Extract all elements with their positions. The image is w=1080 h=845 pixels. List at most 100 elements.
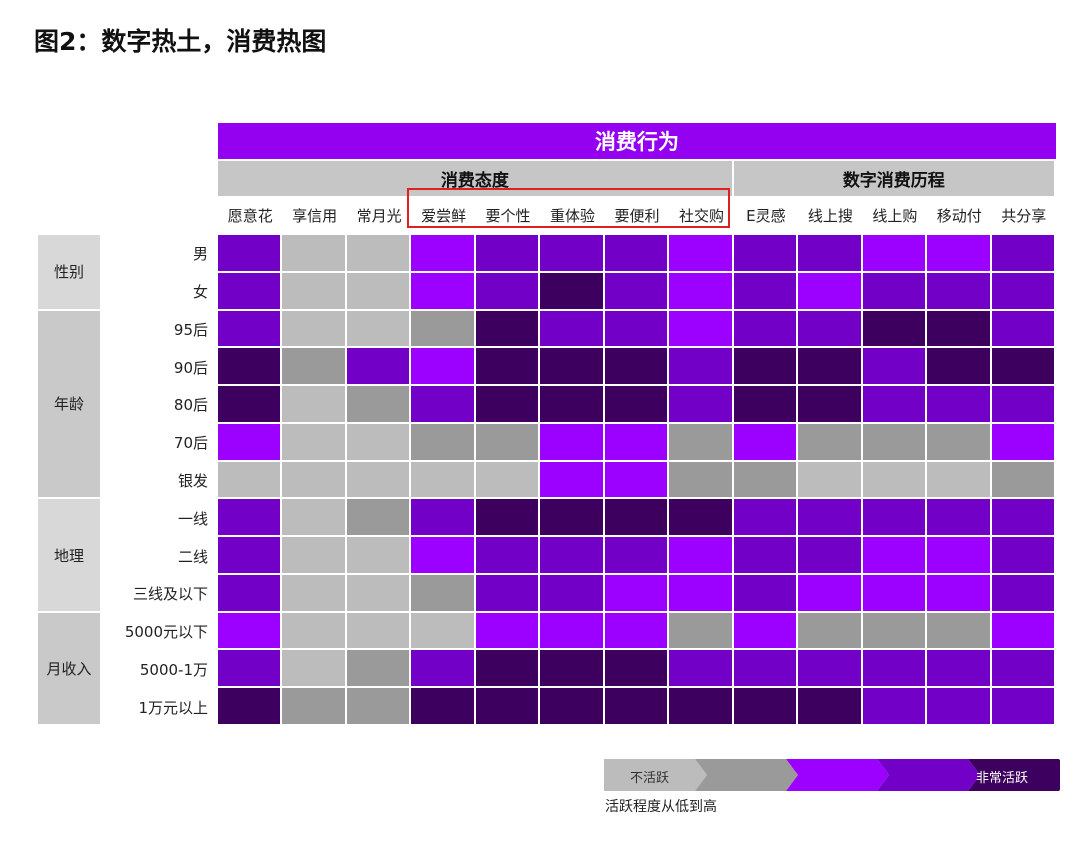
- heatmap-cell: [346, 272, 410, 309]
- heatmap-cell: [218, 272, 281, 309]
- heatmap-cell: [411, 386, 474, 422]
- heatmap-cell: [927, 537, 990, 573]
- legend-caption: 活跃程度从低到高: [605, 799, 717, 815]
- heatmap-cell: [862, 423, 926, 460]
- heatmap-cell: [669, 386, 732, 422]
- heatmap-cell: [346, 612, 410, 649]
- heatmap-cell: [604, 386, 668, 422]
- heatmap-cell: [540, 272, 603, 309]
- column-label: E灵感: [746, 207, 786, 225]
- heatmap-cell: [218, 310, 281, 347]
- heatmap-cell: [475, 688, 539, 724]
- row-label: 80后: [173, 396, 208, 415]
- heatmap-cell: [604, 348, 668, 385]
- heatmap-cell: [733, 423, 797, 460]
- heatmap-cell: [927, 423, 990, 460]
- heatmap-cell: [540, 235, 603, 271]
- heatmap-cell: [346, 461, 410, 498]
- heatmap-cell: [991, 235, 1054, 271]
- heatmap-cell: [798, 650, 861, 687]
- heatmap-cell: [927, 688, 990, 724]
- heatmap-cell: [798, 423, 861, 460]
- heatmap-cell: [411, 348, 474, 385]
- heatmap-cell: [218, 423, 281, 460]
- heatmap-cell: [218, 650, 281, 687]
- row-label: 女: [192, 283, 208, 302]
- heatmap-cell: [733, 235, 797, 271]
- legend-level-segment: [786, 759, 889, 791]
- heatmap-cell: [218, 537, 281, 573]
- heatmap-cell: [282, 537, 345, 573]
- row-label: 5000-1万: [139, 660, 208, 679]
- heatmap-cell: [991, 423, 1054, 460]
- heatmap-cell: [282, 461, 345, 498]
- heatmap-cell: [218, 574, 281, 611]
- heatmap-cell: [218, 235, 281, 271]
- heatmap-cell: [862, 461, 926, 498]
- heatmap-cell: [991, 386, 1054, 422]
- heatmap-cell: [604, 499, 668, 536]
- heatmap-cell: [862, 235, 926, 271]
- heatmap-cell: [604, 461, 668, 498]
- heatmap-cell: [346, 235, 410, 271]
- heatmap-cell: [798, 310, 861, 347]
- heatmap-cell: [604, 537, 668, 573]
- row-label: 男: [192, 245, 208, 264]
- heatmap-cell: [282, 574, 345, 611]
- heatmap-cell: [346, 499, 410, 536]
- heatmap-cell: [991, 574, 1054, 611]
- heatmap-cell: [733, 386, 797, 422]
- heatmap-cell: [733, 348, 797, 385]
- heatmap-cell: [540, 537, 603, 573]
- heatmap-cell: [218, 348, 281, 385]
- heatmap-cell: [411, 423, 474, 460]
- heatmap-cell: [411, 310, 474, 347]
- heatmap-cell: [927, 272, 990, 309]
- heatmap-cell: [991, 461, 1054, 498]
- row-label: 1万元以上: [138, 698, 208, 717]
- heatmap-cell: [218, 461, 281, 498]
- heatmap-cell: [475, 272, 539, 309]
- heatmap-cell: [282, 386, 345, 422]
- heatmap-cell: [669, 348, 732, 385]
- heatmap-cell: [411, 235, 474, 271]
- heatmap-cell: [798, 612, 861, 649]
- heatmap-cell: [991, 499, 1054, 536]
- heatmap-cell: [862, 612, 926, 649]
- heatmap-cell: [346, 650, 410, 687]
- heatmap-cell: [733, 461, 797, 498]
- heatmap-cell: [346, 423, 410, 460]
- heatmap-cell: [604, 612, 668, 649]
- heatmap-cell: [411, 612, 474, 649]
- heatmap-cell: [927, 348, 990, 385]
- heatmap-cell: [991, 272, 1054, 309]
- row-label: 银发: [177, 471, 208, 490]
- heatmap-cell: [411, 537, 474, 573]
- heatmap-cell: [282, 272, 345, 309]
- row-group-label: 地理: [38, 499, 100, 611]
- heatmap-cell: [991, 537, 1054, 573]
- heatmap-cell: [991, 310, 1054, 347]
- heatmap-cell: [540, 650, 603, 687]
- column-label: 常月光: [356, 207, 402, 225]
- row-group-label: 年龄: [38, 310, 100, 498]
- heatmap-cell: [604, 235, 668, 271]
- column-label: 线上搜: [807, 207, 853, 225]
- heatmap-cell: [475, 499, 539, 536]
- heatmap-cell: [669, 574, 732, 611]
- heatmap-cell: [604, 310, 668, 347]
- heatmap-cell: [475, 612, 539, 649]
- heatmap-cell: [282, 235, 345, 271]
- heatmap-cell: [346, 688, 410, 724]
- heatmap-cell: [733, 612, 797, 649]
- column-group-header: 数字消费历程: [733, 161, 1054, 196]
- heatmap-cell: [862, 574, 926, 611]
- heatmap-cell: [540, 386, 603, 422]
- heatmap-cell: [218, 612, 281, 649]
- row-label: 一线: [177, 509, 208, 528]
- heatmap-cell: [475, 574, 539, 611]
- heatmap-cell: [927, 574, 990, 611]
- heatmap-cell: [991, 688, 1054, 724]
- heatmap-cell: [411, 574, 474, 611]
- heatmap-cell: [475, 348, 539, 385]
